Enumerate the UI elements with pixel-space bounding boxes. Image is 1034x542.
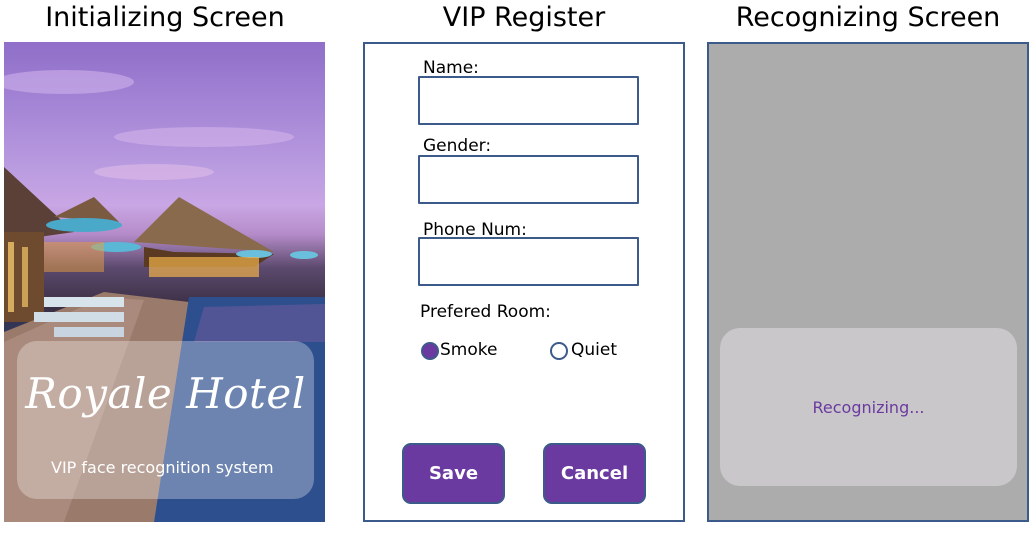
vip-register-title: VIP Register — [442, 2, 606, 33]
gender-input[interactable] — [418, 155, 639, 204]
recognizing-screen: Recognizing... — [707, 42, 1029, 522]
hotel-subtitle: VIP face recognition system — [51, 458, 274, 477]
recognizing-status-card: Recognizing... — [720, 328, 1017, 486]
smoke-radio-label: Smoke — [440, 340, 498, 360]
vip-register-form: Name: Gender: Phone Num: Prefered Room: … — [363, 42, 685, 522]
smoke-radio[interactable] — [421, 342, 439, 360]
hotel-name: Royale Hotel — [25, 369, 306, 418]
phone-input[interactable] — [418, 237, 639, 286]
hotel-info-card: Royale Hotel VIP face recognition system — [17, 341, 314, 499]
initializing-screen-title: Initializing Screen — [45, 2, 285, 33]
initializing-screen: Royale Hotel VIP face recognition system — [4, 42, 325, 522]
recognizing-status-text: Recognizing... — [812, 397, 925, 417]
save-button[interactable]: Save — [402, 443, 505, 504]
gender-label: Gender: — [423, 136, 492, 156]
name-input[interactable] — [418, 76, 639, 125]
recognizing-screen-title: Recognizing Screen — [735, 2, 1001, 33]
prefered-room-label: Prefered Room: — [420, 302, 551, 322]
quiet-radio[interactable] — [550, 342, 568, 360]
quiet-radio-label: Quiet — [571, 340, 618, 360]
cancel-button[interactable]: Cancel — [543, 443, 646, 504]
name-label: Name: — [423, 58, 479, 78]
